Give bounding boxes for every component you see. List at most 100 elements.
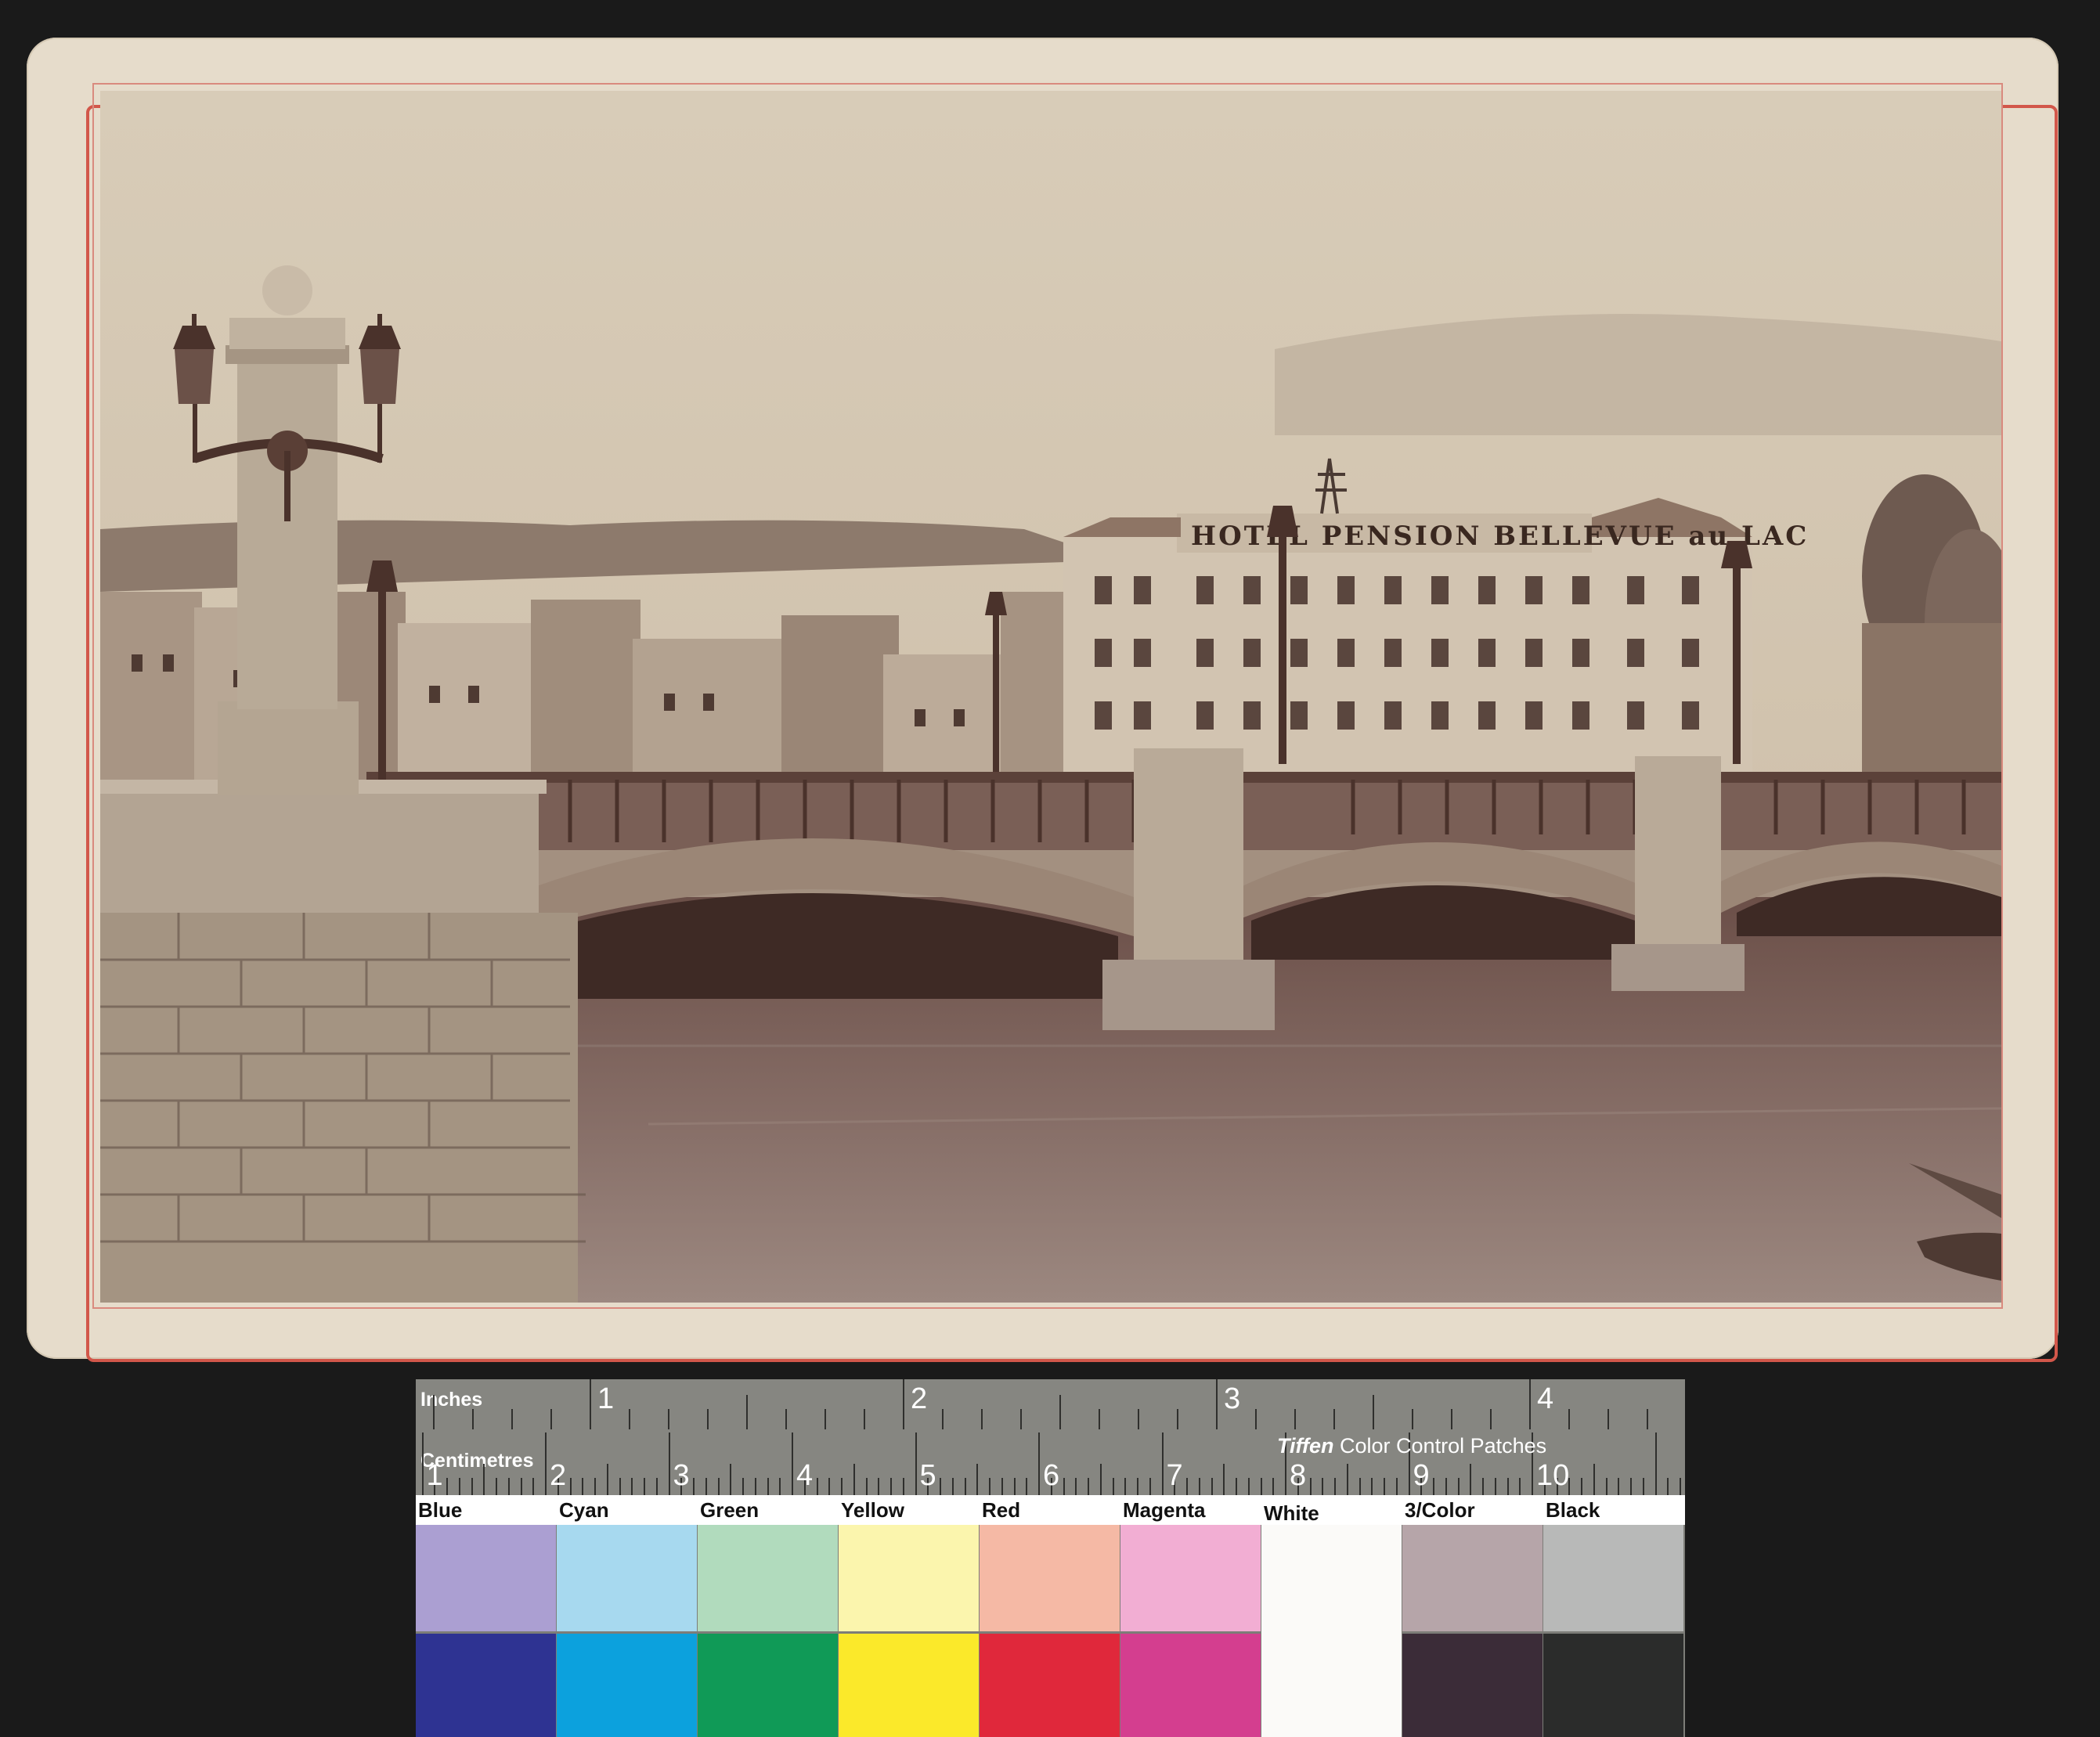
- cm-number: 9: [1413, 1459, 1430, 1492]
- cm-tick: [1519, 1478, 1521, 1495]
- cm-tick: [1088, 1478, 1089, 1495]
- cm-tick: [1654, 1432, 1657, 1495]
- inch-tick: [824, 1409, 826, 1429]
- cm-tick: [1001, 1478, 1003, 1495]
- cm-tick: [1124, 1478, 1127, 1495]
- cm-tick: [816, 1478, 818, 1495]
- cm-tick: [754, 1478, 756, 1495]
- cm-tick: [1112, 1478, 1114, 1495]
- patch-dark-cyan: [557, 1634, 697, 1737]
- cm-tick: [693, 1478, 695, 1495]
- cm-tick: [1667, 1478, 1669, 1495]
- patch-dark-white: [1261, 1525, 1402, 1737]
- inch-ruler: Inches 1 2 3 4: [416, 1379, 1685, 1431]
- cm-tick: [1506, 1478, 1509, 1495]
- cm-tick: [1395, 1478, 1398, 1495]
- patch-label-black: Black: [1546, 1498, 1600, 1522]
- cm-tick: [940, 1478, 941, 1495]
- patch-light-blue: [416, 1525, 556, 1631]
- cm-tick: [1593, 1464, 1595, 1495]
- cm-ruler: Centimetres 1 2 3 4 5 6 7 8 9 10 Tiffen Color Con…: [416, 1429, 1685, 1495]
- cm-tick: [471, 1478, 473, 1495]
- inch-tick: [472, 1409, 474, 1429]
- patch-dark-red: [980, 1634, 1120, 1737]
- inch-number: 1: [597, 1382, 615, 1415]
- cloud-bank: [1275, 314, 2001, 435]
- cm-tick: [606, 1464, 608, 1495]
- cm-tick: [1236, 1478, 1237, 1495]
- cm-tick: [1247, 1478, 1250, 1495]
- cm-tick: [1581, 1478, 1582, 1495]
- cm-tick: [1680, 1478, 1681, 1495]
- cm-tick: [1272, 1478, 1275, 1495]
- cm-tick: [878, 1478, 880, 1495]
- patch-label-blue: Blue: [418, 1498, 463, 1522]
- cm-tick: [779, 1478, 781, 1495]
- patch-light-magenta: [1120, 1525, 1261, 1631]
- patch-dark-black: [1543, 1634, 1683, 1737]
- cm-tick: [668, 1432, 670, 1495]
- cm-number: 10: [1536, 1459, 1570, 1492]
- inch-tick: [550, 1409, 552, 1429]
- cm-tick: [1309, 1478, 1312, 1495]
- cm-tick: [1026, 1478, 1028, 1495]
- inch-tick: [1020, 1409, 1022, 1429]
- cm-tick: [1075, 1478, 1077, 1495]
- cm-tick: [1470, 1464, 1472, 1495]
- patch-label-magenta: Magenta: [1123, 1498, 1206, 1522]
- inch-tick: [1568, 1409, 1570, 1429]
- cm-tick: [582, 1478, 584, 1495]
- cm-tick: [1482, 1478, 1484, 1495]
- inch-tick: [707, 1409, 709, 1429]
- cm-tick: [1038, 1432, 1040, 1495]
- inch-tick: [1255, 1409, 1257, 1429]
- inch-tick: [864, 1409, 865, 1429]
- cm-tick: [1013, 1478, 1016, 1495]
- patch-dark-3-color: [1402, 1634, 1543, 1737]
- inch-tick: [981, 1409, 983, 1429]
- cm-tick: [841, 1478, 843, 1495]
- cm-tick: [717, 1478, 720, 1495]
- inch-tick: [1294, 1409, 1296, 1429]
- patch-label-green: Green: [700, 1498, 760, 1522]
- inch-tick: [1099, 1409, 1100, 1429]
- cm-tick: [1494, 1478, 1496, 1495]
- patch-dark-green: [698, 1634, 838, 1737]
- cm-tick: [1211, 1478, 1213, 1495]
- cm-tick: [1457, 1478, 1460, 1495]
- photograph: HOTEL PENSION BELLEVUE au LAC: [100, 91, 2001, 1303]
- cm-tick: [1161, 1432, 1164, 1495]
- inch-tick: [942, 1409, 944, 1429]
- cm-tick: [1384, 1478, 1385, 1495]
- cm-tick: [828, 1478, 831, 1495]
- cm-tick: [1186, 1478, 1188, 1495]
- cm-number: 6: [1043, 1459, 1060, 1492]
- cm-tick: [1445, 1478, 1447, 1495]
- cm-tick: [446, 1478, 448, 1495]
- patch-light-yellow: [839, 1525, 979, 1631]
- inch-number: 4: [1537, 1382, 1554, 1415]
- cm-number: 1: [426, 1459, 443, 1492]
- cm-tick: [1322, 1478, 1324, 1495]
- inch-tick: [1138, 1409, 1139, 1429]
- cm-tick: [890, 1478, 892, 1495]
- cm-tick: [1198, 1478, 1200, 1495]
- cm-tick: [1099, 1464, 1102, 1495]
- cm-tick: [1063, 1478, 1065, 1495]
- inch-tick: [433, 1395, 435, 1429]
- patch-label-yellow: Yellow: [841, 1498, 904, 1522]
- cm-tick: [483, 1464, 485, 1495]
- cm-tick: [594, 1478, 596, 1495]
- inch-tick: [629, 1409, 630, 1429]
- inch-number: 3: [1224, 1382, 1241, 1415]
- tiffen-suffix: Color Control Patches: [1333, 1434, 1547, 1458]
- patch-light-red: [980, 1525, 1120, 1631]
- tiffen-title: Tiffen Color Control Patches: [1277, 1434, 1546, 1458]
- cm-tick: [989, 1478, 990, 1495]
- inch-tick: [1333, 1409, 1335, 1429]
- inch-tick: [668, 1409, 669, 1429]
- photo-scene: HOTEL PENSION BELLEVUE au LAC: [100, 91, 2001, 1303]
- cm-number: 7: [1166, 1459, 1183, 1492]
- cm-tick: [1149, 1478, 1151, 1495]
- cm-tick: [619, 1478, 621, 1495]
